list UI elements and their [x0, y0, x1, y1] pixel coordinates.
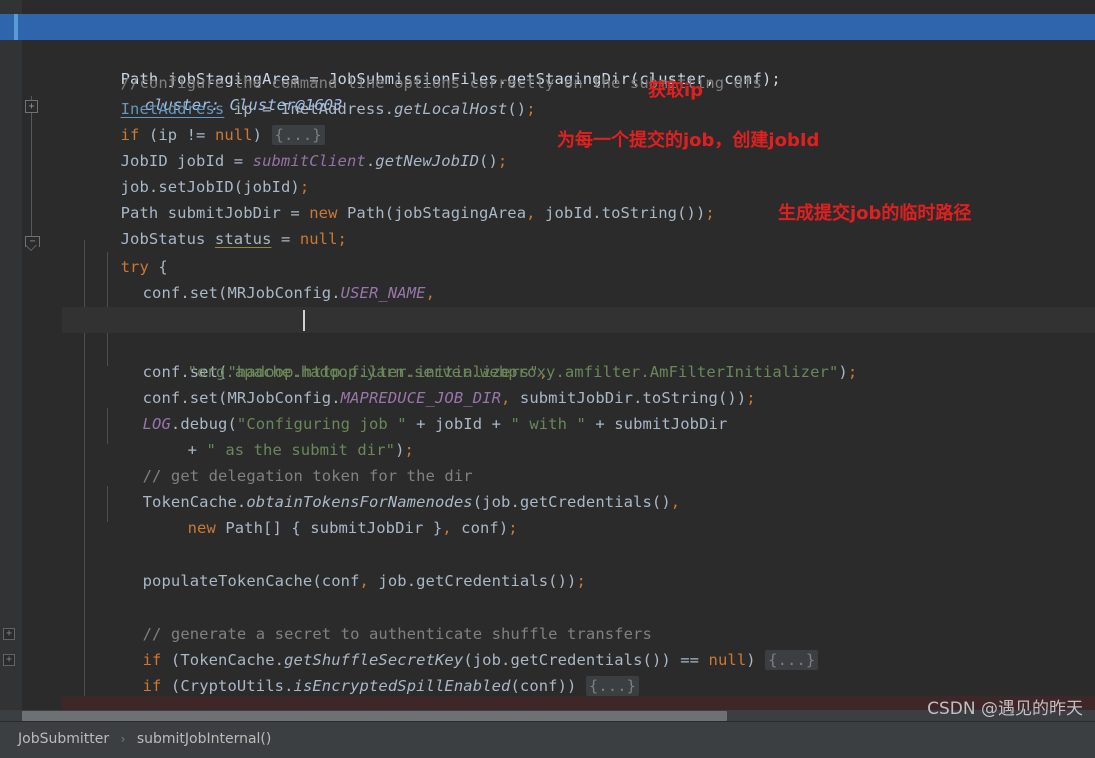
- code-line-if-cryptoutils[interactable]: if (CryptoUtils.isEncryptedSpillEnabled(…: [62, 647, 1095, 696]
- line-number-gutter: [0, 0, 22, 722]
- code-line-if-ip[interactable]: if (ip != null) {...}: [62, 96, 1095, 145]
- current-line-highlight: [62, 307, 1095, 333]
- code-line-submit-dir[interactable]: + " as the submit dir");: [62, 411, 1095, 459]
- marker-gutter: [42, 0, 62, 722]
- breadcrumb-separator: ›: [120, 732, 126, 746]
- code-line-if-shufflesecret[interactable]: if (TokenCache.getShuffleSecretKey(job.g…: [62, 621, 1095, 670]
- code-line-try[interactable]: try {: [62, 228, 1095, 276]
- code-line-new-path-array[interactable]: new Path[] { submitJobDir }, conf);: [62, 489, 1095, 537]
- text-caret: [303, 310, 305, 331]
- code-line-comment-configure[interactable]: //configure the command line options cor…: [62, 44, 1095, 92]
- fold-expand-icon-if-shuffle[interactable]: +: [3, 628, 15, 640]
- code-line-ugi[interactable]: UserGroupInformation.getCurrentUser().ge…: [62, 280, 1095, 328]
- code-line-populate-tokencache[interactable]: populateTokenCache(conf, job.getCredenti…: [62, 542, 1095, 590]
- code-line-amfilter[interactable]: "org.apache.hadoop.yarn.server.webproxy.…: [62, 333, 1095, 381]
- selected-line-highlight: [62, 14, 1095, 40]
- code-line-conf-username[interactable]: conf.set(MRJobConfig.USER_NAME,: [62, 254, 1095, 302]
- folded-block-placeholder[interactable]: {...}: [585, 676, 640, 696]
- annotation-get-ip: 获取ip: [648, 80, 704, 101]
- status-bar: CSDN @遇见的昨天 JobSubmitter › submitJobInte…: [0, 699, 1095, 758]
- selected-line-gutter-highlight: [0, 14, 62, 40]
- annotation-temp-path: 生成提交job的临时路径: [778, 203, 972, 224]
- fold-expand-icon-if-crypto[interactable]: +: [3, 654, 15, 666]
- intellij-editor-window: + − + + Path jobStagingArea = JobSubmiss…: [0, 0, 1095, 758]
- breadcrumb: JobSubmitter › submitJobInternal(): [18, 731, 271, 747]
- fold-expand-icon[interactable]: +: [25, 100, 38, 113]
- fold-collapse-icon[interactable]: −: [25, 236, 40, 251]
- breadcrumb-item-method[interactable]: submitJobInternal(): [137, 731, 272, 747]
- code-line-submitjobdir[interactable]: Path submitJobDir = new Path(jobStagingA…: [62, 174, 1095, 222]
- selected-line-gutter-bar: [14, 14, 18, 40]
- code-line-comment-delegation[interactable]: // get delegation token for the dir: [62, 437, 1095, 485]
- code-line-conf-jobdir[interactable]: conf.set(MRJobConfig.MAPREDUCE_JOB_DIR, …: [62, 359, 1095, 407]
- fold-region-line: [31, 96, 32, 248]
- code-line-comment-secret[interactable]: // generate a secret to authenticate shu…: [62, 595, 1095, 643]
- breadcrumb-item-class[interactable]: JobSubmitter: [18, 731, 109, 747]
- fold-arrow-tip-inner: [26, 245, 36, 250]
- code-line-tokencache[interactable]: TokenCache.obtainTokensForNamenodes(job.…: [62, 463, 1095, 511]
- annotation-create-jobid: 为每一个提交的job，创建jobId: [557, 130, 820, 151]
- horizontal-scrollbar-thumb[interactable]: [22, 711, 727, 721]
- code-area[interactable]: Path jobStagingArea = JobSubmissionFiles…: [62, 0, 1095, 722]
- code-line-inetaddress[interactable]: InetAddress ip = InetAddress.getLocalHos…: [62, 70, 1095, 118]
- watermark: CSDN @遇见的昨天: [927, 699, 1083, 719]
- code-line-conf-httpfilter[interactable]: conf.set("hadoop.http.filter.initializer…: [62, 307, 1095, 381]
- code-line-log-debug[interactable]: LOG.debug("Configuring job " + jobId + "…: [62, 385, 1095, 433]
